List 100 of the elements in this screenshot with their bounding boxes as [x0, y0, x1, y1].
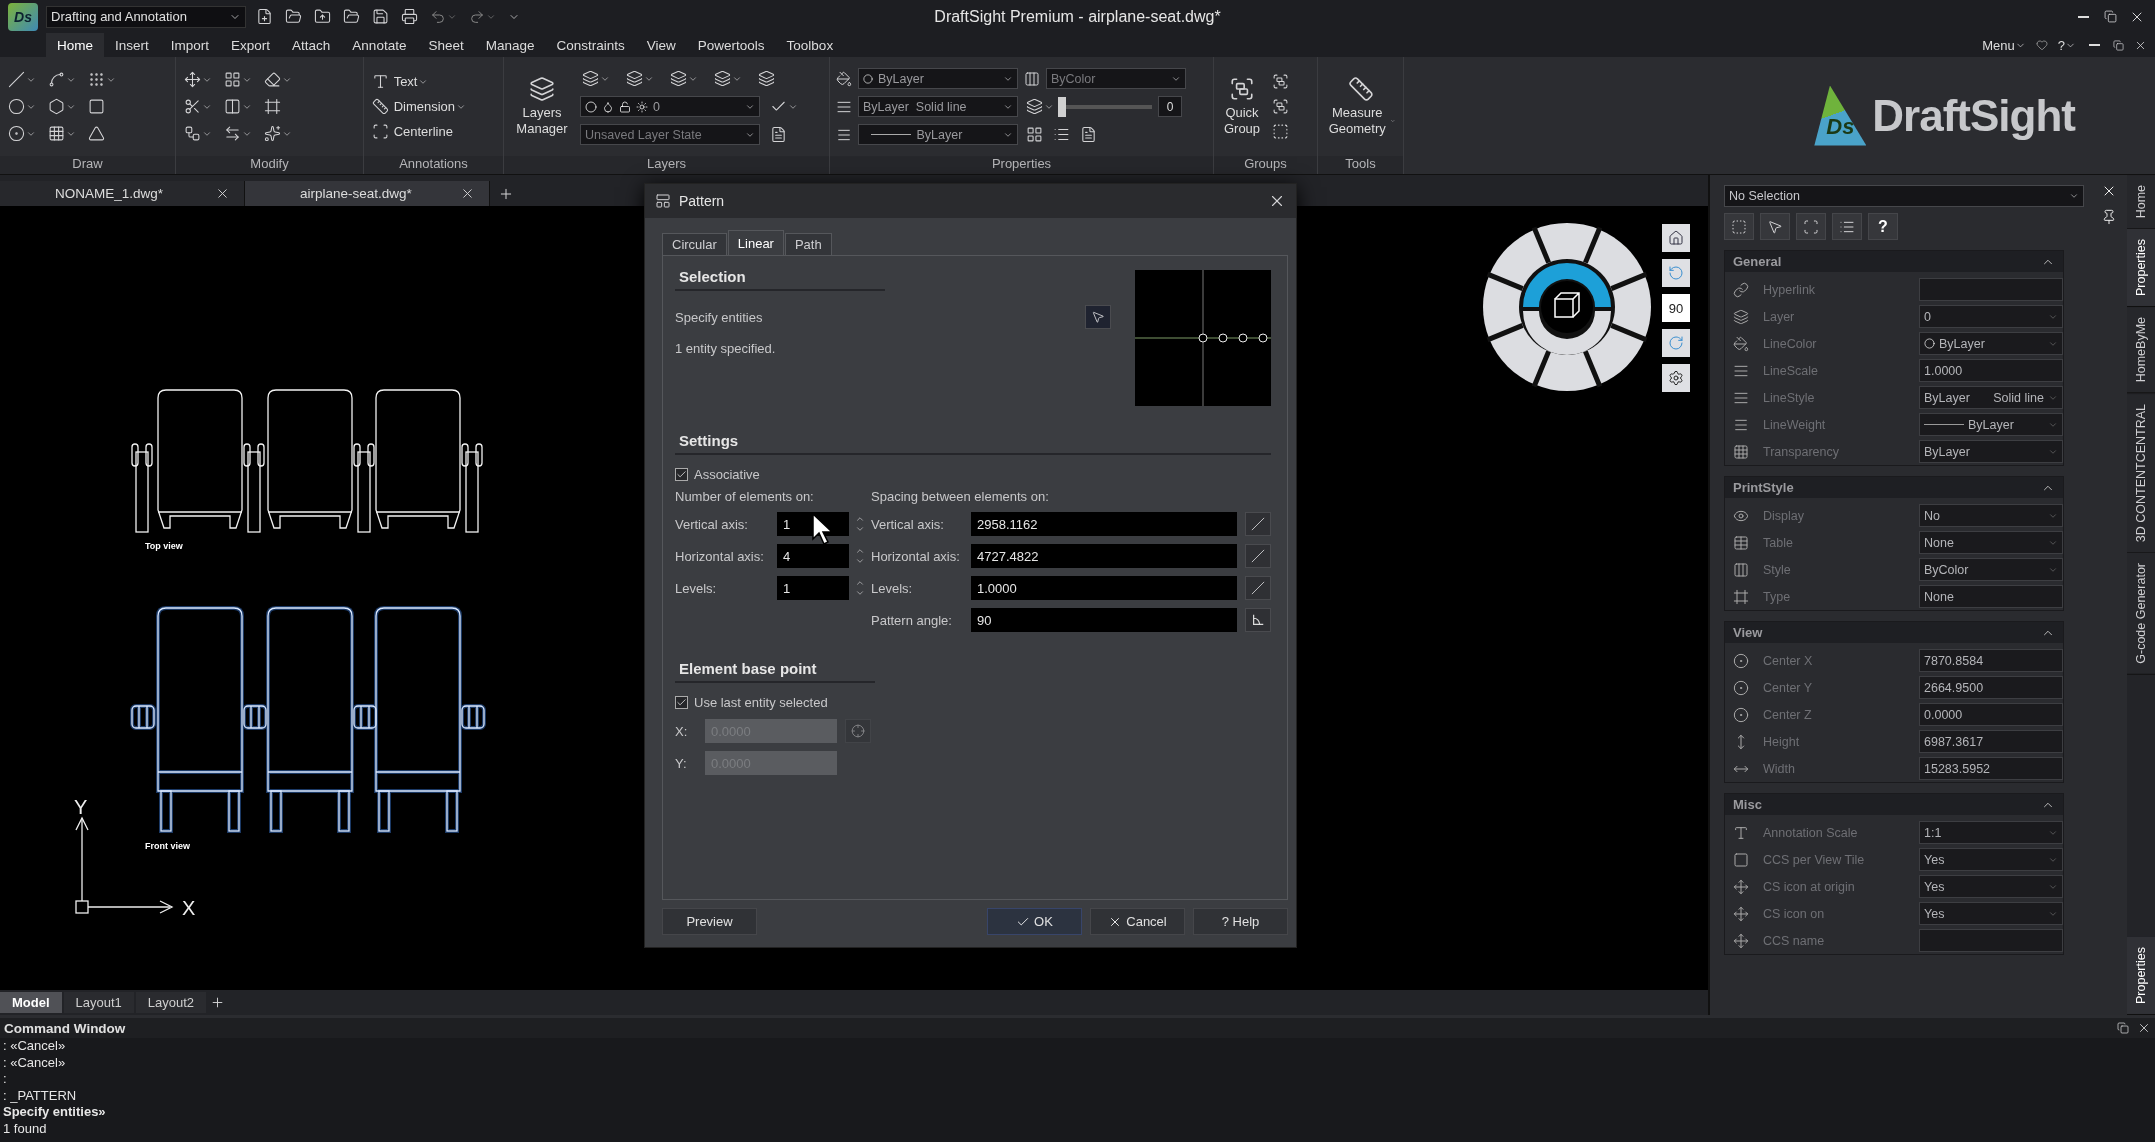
ribbon-tab[interactable]: Attach: [281, 33, 342, 57]
field-label: Levels:: [871, 580, 914, 596]
line-weight-dropdown[interactable]: ByLayer: [858, 124, 1018, 145]
property-label: CS icon on: [1763, 906, 1826, 921]
property-field[interactable]: 0.0000: [1919, 703, 2063, 726]
ribbon-tab[interactable]: Export: [220, 33, 282, 57]
property-dropdown[interactable]: Yes: [1919, 902, 2063, 925]
property-label: Hyperlink: [1763, 282, 1817, 297]
view-angle-field[interactable]: 90: [1662, 294, 1690, 322]
transparency-value: 0: [1158, 96, 1182, 117]
count-field[interactable]: 4: [777, 544, 849, 568]
layer-dropdown[interactable]: 0: [580, 96, 760, 117]
dialog-title: Pattern: [679, 193, 725, 209]
property-dropdown[interactable]: Yes: [1919, 875, 2063, 898]
help-button[interactable]: ?: [2057, 37, 2076, 53]
print-style-dropdown[interactable]: ByColor: [1046, 68, 1186, 89]
brand-name: DraftSight: [1872, 90, 2075, 141]
section-header[interactable]: View: [1725, 622, 2063, 643]
checkbox-label: Associative: [694, 466, 760, 482]
side-tab[interactable]: Properties: [2127, 229, 2155, 308]
layers-manager-button[interactable]: Layers Manager: [510, 74, 574, 139]
ribbon-tab[interactable]: Manage: [474, 33, 546, 57]
property-dropdown[interactable]: ByLayer: [1919, 440, 2063, 463]
ribbon-tab[interactable]: Sheet: [417, 33, 475, 57]
ribbon-tab[interactable]: Home: [46, 33, 104, 57]
ribbon-tab[interactable]: Powertools: [686, 33, 776, 57]
property-field[interactable]: 1.0000: [1919, 359, 2063, 382]
side-tab[interactable]: G-code Generator: [2127, 552, 2155, 675]
ribbon-tab[interactable]: Annotate: [341, 33, 418, 57]
annotation-tool-button[interactable]: Dimension: [370, 96, 469, 117]
group-label: Annotations: [364, 156, 503, 174]
property-field[interactable]: 7870.8584: [1919, 649, 2063, 672]
section-heading: Settings: [675, 428, 1271, 455]
field-label: Horizontal axis:: [871, 548, 961, 564]
property-dropdown[interactable]: ByColor: [1919, 558, 2063, 581]
group-label: Groups: [1214, 156, 1317, 174]
property-label: Display: [1763, 508, 1805, 523]
dialog-tab[interactable]: Path: [784, 233, 832, 255]
layout-tab[interactable]: Model: [0, 992, 62, 1013]
quick-group-button[interactable]: Quick Group: [1220, 74, 1264, 139]
brand-logo: Ds: [1814, 85, 1867, 146]
layout-tab[interactable]: Layout2: [135, 992, 207, 1013]
measure-geometry-button[interactable]: Measure Geometry: [1324, 74, 1398, 139]
workspace-dropdown[interactable]: Drafting and Annotation: [46, 5, 246, 28]
ribbon-tab[interactable]: Insert: [104, 33, 160, 57]
line-style-dropdown[interactable]: ByLayer Solid line: [858, 96, 1018, 117]
selection-status: 1 entity specified.: [675, 341, 777, 356]
property-dropdown[interactable]: 0: [1919, 305, 2063, 328]
property-field[interactable]: None: [1919, 585, 2063, 608]
side-tab[interactable]: Properties: [2127, 937, 2155, 1015]
menu-button[interactable]: Menu: [1982, 37, 2026, 53]
property-label: LineScale: [1763, 363, 1819, 378]
view-label: Front view: [145, 841, 190, 851]
section-header[interactable]: PrintStyle: [1725, 477, 2063, 498]
dialog-tab[interactable]: Circular: [662, 233, 727, 255]
dialog-tab[interactable]: Linear: [727, 230, 784, 255]
property-dropdown[interactable]: ByLayer: [1919, 413, 2063, 436]
dialog-button[interactable]: Preview: [662, 908, 757, 935]
property-label: Transparency: [1763, 444, 1840, 459]
ribbon-tab[interactable]: View: [635, 33, 687, 57]
column-heading: Spacing between elements on:: [871, 489, 1050, 504]
property-field[interactable]: 6987.3617: [1919, 730, 2063, 753]
property-dropdown[interactable]: No: [1919, 504, 2063, 527]
count-field[interactable]: 1: [777, 576, 849, 600]
command-line: : «Cancel»: [2, 1054, 67, 1071]
property-field[interactable]: 15283.5952: [1919, 757, 2063, 780]
spacing-field[interactable]: 1.0000: [971, 576, 1237, 600]
ribbon-tab[interactable]: Import: [159, 33, 221, 57]
property-dropdown[interactable]: Yes: [1919, 848, 2063, 871]
document-tab[interactable]: NONAME_1.dwg*: [0, 181, 245, 206]
annotation-tool-button[interactable]: Text: [370, 71, 469, 92]
section-header[interactable]: Misc: [1725, 794, 2063, 815]
line-color-dropdown[interactable]: ByLayer: [858, 68, 1018, 89]
property-label: Center Z: [1763, 707, 1813, 722]
selection-dropdown[interactable]: No Selection: [1724, 185, 2084, 207]
group-label: Layers: [504, 156, 829, 174]
help-button[interactable]: ?: [1868, 213, 1898, 240]
field-label: Horizontal axis:: [675, 548, 765, 564]
layer-state-dropdown[interactable]: Unsaved Layer State: [580, 124, 760, 145]
command-line: : «Cancel»: [2, 1038, 67, 1055]
property-dropdown[interactable]: ByLayer: [1919, 332, 2063, 355]
property-field[interactable]: 2664.9500: [1919, 676, 2063, 699]
spacing-field[interactable]: 2958.1162: [971, 512, 1237, 536]
dialog-button[interactable]: ? Help: [1193, 908, 1288, 935]
property-label: LineStyle: [1763, 390, 1816, 405]
spacing-field[interactable]: 4727.4822: [971, 544, 1237, 568]
ribbon-tab[interactable]: Constraints: [545, 33, 636, 57]
dialog-button[interactable]: OK: [987, 908, 1082, 935]
property-dropdown[interactable]: ByLayer Solid line: [1919, 386, 2063, 409]
ribbon-tab[interactable]: Toolbox: [775, 33, 845, 57]
document-tab[interactable]: airplane-seat.dwg*: [245, 181, 490, 206]
property-dropdown[interactable]: 1:1: [1919, 821, 2063, 844]
spacing-field[interactable]: 90: [971, 608, 1237, 632]
command-line: 1 found: [2, 1120, 48, 1137]
section-header[interactable]: General: [1725, 251, 2063, 272]
layout-tab[interactable]: Layout1: [63, 992, 134, 1013]
property-label: Table: [1763, 535, 1794, 550]
annotation-tool-button[interactable]: Centerline: [370, 121, 469, 142]
property-dropdown[interactable]: None: [1919, 531, 2063, 554]
dialog-button[interactable]: Cancel: [1090, 908, 1185, 935]
